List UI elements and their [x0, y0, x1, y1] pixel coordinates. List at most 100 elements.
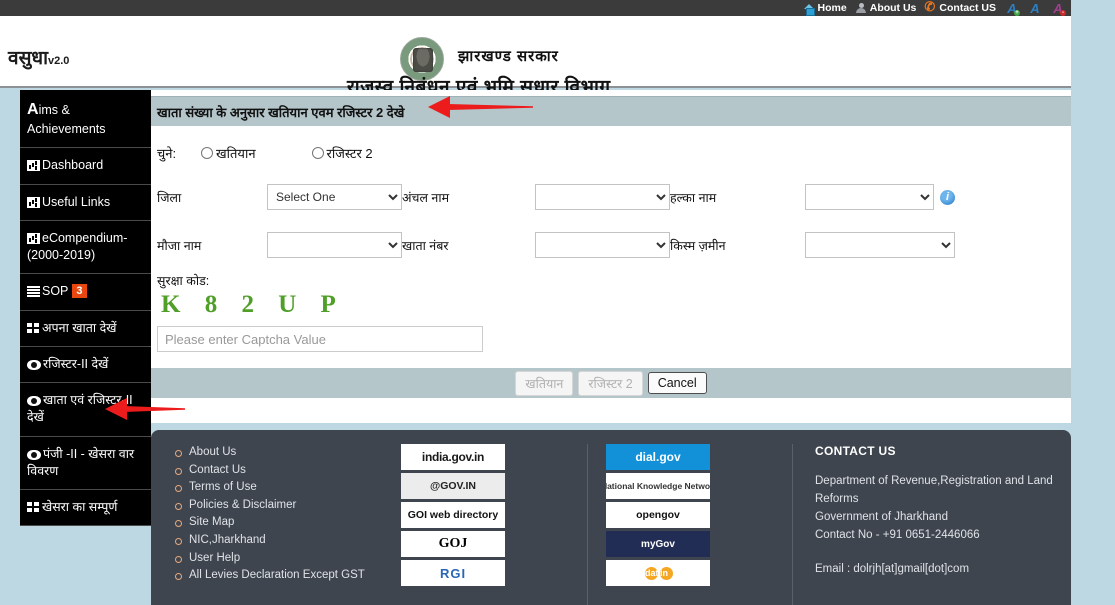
- font-normal-button[interactable]: A: [1028, 1, 1042, 16]
- sidebar-item-dashboard[interactable]: Dashboard: [20, 148, 151, 185]
- footer-link-about-us: About Us: [189, 446, 237, 458]
- phone-icon: [924, 0, 936, 14]
- data-gov-in-logo[interactable]: data.govin: [606, 560, 710, 586]
- goj-logo[interactable]: GOJ: [401, 531, 505, 557]
- contact-email: Email : dolrjh[at]gmail[dot]com: [815, 563, 970, 575]
- radio-khatiyan-label: खतियान: [216, 146, 256, 161]
- footer-logos-column-2: dial.gov National Knowledge Network open…: [588, 444, 793, 605]
- cancel-button[interactable]: Cancel: [647, 372, 707, 394]
- list-item[interactable]: NIC,Jharkhand: [175, 532, 369, 550]
- sidebar-item-ecompendium-label: eCompendium-(2000-2019): [27, 230, 128, 263]
- district-select[interactable]: Select One: [267, 184, 402, 210]
- list-item[interactable]: About Us: [175, 444, 369, 462]
- khatiyan-button[interactable]: खतियान: [515, 370, 574, 396]
- list-item[interactable]: Site Map: [175, 514, 369, 532]
- captcha-label: सुरक्षा कोड:: [157, 274, 210, 288]
- contact-heading: CONTACT US: [815, 444, 896, 458]
- sidebar-item-ecompendium[interactable]: eCompendium-(2000-2019): [20, 221, 151, 275]
- mygov-logo[interactable]: myGov: [606, 531, 710, 557]
- brand-version: v2.0: [48, 55, 70, 67]
- list-item[interactable]: Terms of Use: [175, 479, 369, 497]
- sidebar-item-khesra-sampurna[interactable]: खेसरा का सम्पूर्ण: [20, 490, 151, 527]
- sidebar-item-khesra-label: खेसरा का सम्पूर्ण: [42, 500, 118, 515]
- footer-contact-column: CONTACT US Department of Revenue,Registr…: [793, 444, 1053, 605]
- topbar-link-contact-us-label: Contact US: [939, 2, 996, 14]
- radio-register-2-input[interactable]: [311, 147, 324, 159]
- at-gov-in-logo-text: @GOV.IN: [429, 480, 477, 492]
- at-gov-in-logo[interactable]: @GOV.IN: [401, 473, 505, 499]
- panel-header: खाता संख्या के अनुसार खतियान एवम रजिस्टर…: [151, 96, 1071, 126]
- contact-address-line-1: Department of Revenue,Registration and L…: [815, 475, 1053, 487]
- national-knowledge-network-logo[interactable]: National Knowledge Network: [606, 473, 710, 499]
- radio-option-register-2[interactable]: रजिस्टर 2: [311, 144, 373, 162]
- sidebar-item-khata-register-label: खाता एवं रजिस्टर-II देखें: [27, 393, 133, 425]
- list-icon: [27, 502, 40, 513]
- eye-icon: [27, 449, 41, 460]
- sidebar-item-panji-2-khesra[interactable]: पंजी -II - खेसरा वार विवरण: [20, 437, 151, 491]
- sidebar-navigation: Aims & Achievements Dashboard Useful Lin…: [20, 90, 151, 527]
- circle-select[interactable]: [535, 184, 670, 210]
- sidebar-item-apna-khata-dekhen[interactable]: अपना खाता देखें: [20, 311, 151, 347]
- font-increase-button[interactable]: A +: [1005, 1, 1020, 16]
- footer-link-all-levies: All Levies Declaration Except GST: [189, 569, 365, 582]
- india-gov-in-logo[interactable]: india.gov.in: [401, 444, 505, 470]
- info-icon[interactable]: i: [940, 189, 955, 205]
- opengov-logo[interactable]: opengov: [606, 502, 710, 528]
- rgi-logo-text: RGI: [439, 565, 467, 581]
- halka-field-group: i: [805, 184, 955, 210]
- sidebar-item-useful-links[interactable]: Useful Links: [20, 185, 151, 221]
- site-banner: वसुधाv2.0 झारखण्ड सरकार राजस्व,निबंधन एव…: [0, 16, 1071, 98]
- sidebar-item-khata-aur-register-2[interactable]: खाता एवं रजिस्टर-II देखें: [20, 383, 151, 437]
- list-item[interactable]: Contact Us: [175, 462, 369, 480]
- contact-phone: Contact No - +91 0651-2446066: [815, 529, 980, 541]
- khata-number-select[interactable]: [535, 232, 670, 258]
- goj-logo-text: GOJ: [438, 536, 468, 551]
- topbar-link-home-label: Home: [817, 2, 847, 14]
- eye-icon: [27, 396, 41, 407]
- eye-icon: [27, 359, 41, 370]
- dial-gov-logo[interactable]: dial.gov: [606, 444, 710, 470]
- halka-select[interactable]: [805, 184, 934, 210]
- chart-icon: [27, 160, 40, 172]
- topbar-link-about-us[interactable]: About Us: [856, 2, 917, 14]
- data-gov-in-logo-text: data.gov: [645, 566, 682, 580]
- radio-khatiyan-input[interactable]: [201, 147, 213, 159]
- topbar-link-home[interactable]: Home: [803, 2, 847, 16]
- list-item[interactable]: User Help: [175, 550, 369, 568]
- sidebar-item-dashboard-label: Dashboard: [42, 158, 104, 173]
- goi-web-directory-logo-text: GOI web directory: [407, 509, 499, 521]
- choose-row: चुने: खतियान रजिस्टर 2: [151, 126, 1071, 162]
- sidebar-item-panji-2-label: पंजी -II - खेसरा वार विवरण: [27, 446, 135, 478]
- list-item[interactable]: All Levies Declaration Except GST: [175, 567, 369, 585]
- sidebar-item-sop[interactable]: SOP 3: [20, 274, 151, 311]
- sidebar-item-register-2-label: रजिस्टर-II देखें: [43, 356, 109, 371]
- list-item[interactable]: Policies & Disclaimer: [175, 497, 369, 515]
- india-gov-in-logo-text: india.gov.in: [421, 450, 485, 464]
- footer-links-list: About Us Contact Us Terms of Use Policie…: [165, 444, 369, 585]
- footer-link-nic-jharkhand: NIC,Jharkhand: [189, 533, 266, 546]
- register2-button[interactable]: रजिस्टर 2: [578, 370, 643, 396]
- chart-icon: [27, 232, 40, 244]
- mauja-select[interactable]: [267, 232, 402, 258]
- footer-link-user-help: User Help: [189, 551, 241, 564]
- sidebar-item-apna-khata-label: अपना खाता देखें: [42, 320, 117, 335]
- captcha-input[interactable]: [157, 326, 483, 352]
- topbar-link-about-us-label: About Us: [869, 2, 917, 14]
- topbar-link-contact-us[interactable]: Contact US: [924, 0, 996, 14]
- sidebar-item-register-2-dekhen[interactable]: रजिस्टर-II देखें: [20, 347, 151, 384]
- land-type-select[interactable]: [805, 232, 955, 258]
- font-decrease-button[interactable]: A -: [1051, 1, 1066, 16]
- goi-web-directory-logo[interactable]: GOI web directory: [401, 502, 505, 528]
- top-utility-bar: Home About Us Contact US A + A A -: [0, 0, 1071, 16]
- label-land-type: किस्म ज़मीन: [670, 238, 726, 253]
- form-action-bar: खतियान रजिस्टर 2 Cancel: [151, 368, 1071, 398]
- radio-option-khatiyan[interactable]: खतियान: [201, 144, 256, 162]
- main-content-panel: खाता संख्या के अनुसार खतियान एवम रजिस्टर…: [151, 90, 1071, 423]
- rgi-logo[interactable]: RGI: [401, 560, 505, 586]
- sidebar-item-useful-links-label: Useful Links: [42, 194, 111, 209]
- nkn-logo-text: National Knowledge Network: [606, 480, 710, 491]
- label-circle: अंचल नाम: [402, 190, 450, 205]
- site-footer: About Us Contact Us Terms of Use Policie…: [151, 430, 1071, 605]
- label-mauja: मौजा नाम: [157, 238, 202, 253]
- sidebar-item-aims-achievements[interactable]: Aims & Achievements: [20, 90, 151, 149]
